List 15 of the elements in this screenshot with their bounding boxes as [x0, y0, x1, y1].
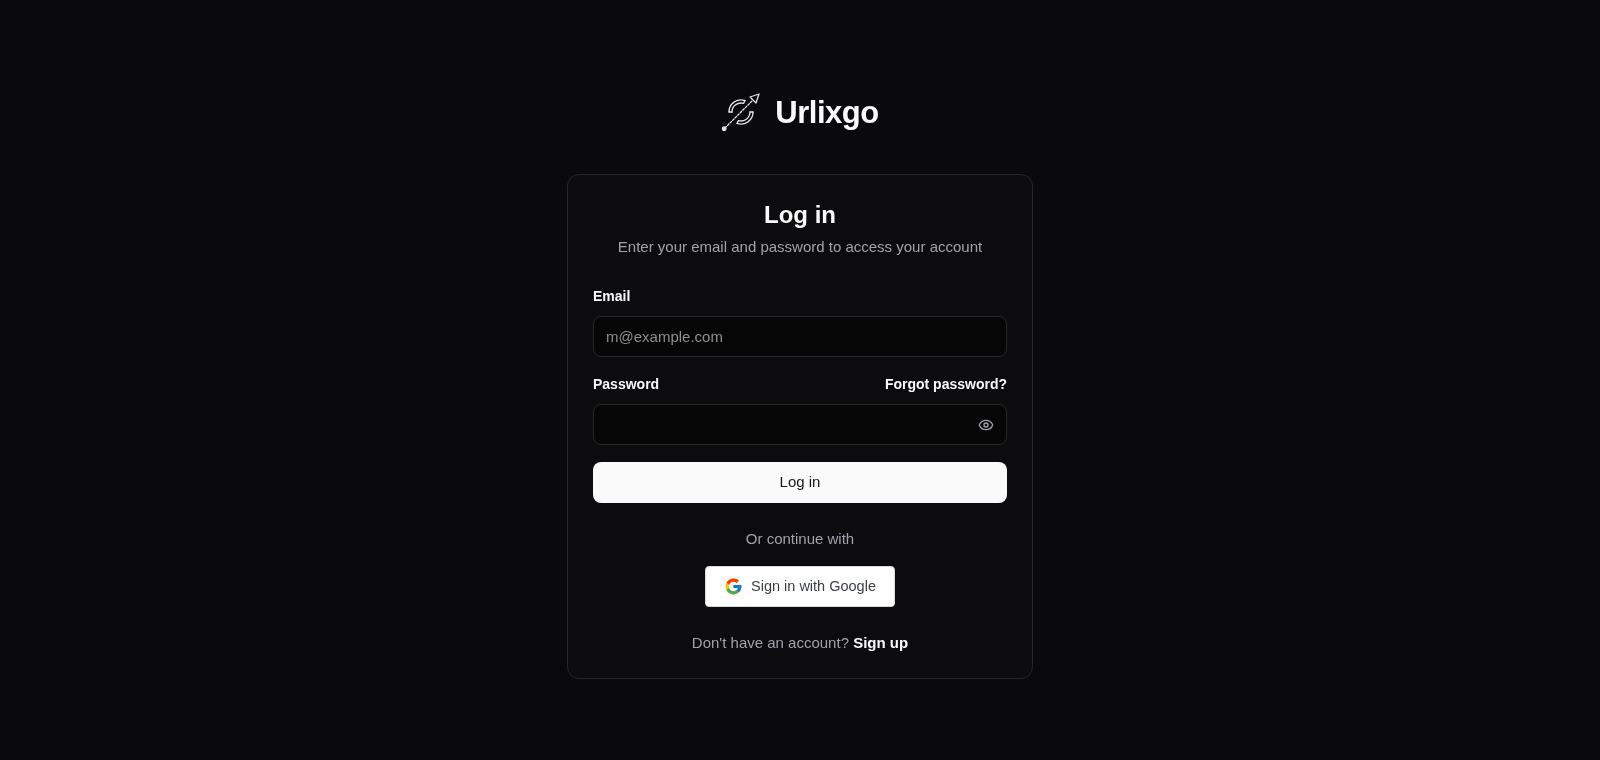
signup-prompt: Don't have an account? Sign up	[691, 633, 909, 653]
password-field[interactable]	[593, 404, 1007, 445]
divider-text: Or continue with	[745, 529, 855, 549]
login-button[interactable]: Log in	[593, 462, 1007, 503]
google-icon	[724, 577, 744, 596]
card-title: Log in	[764, 200, 836, 230]
field-label: Email	[593, 287, 631, 306]
field-label: Password	[593, 375, 660, 394]
google-sign-in-button[interactable]: Sign in with Google	[705, 566, 895, 607]
card-subtitle: Enter your email and password to access your account	[617, 237, 983, 257]
forgot-password-link[interactable]: Forgot password?	[884, 374, 1007, 394]
brand-name: Urlixgo	[775, 96, 879, 128]
signup-link[interactable]: Sign up	[853, 634, 909, 651]
email-field[interactable]: m@example.com	[593, 316, 1007, 357]
logo-icon	[721, 92, 762, 132]
